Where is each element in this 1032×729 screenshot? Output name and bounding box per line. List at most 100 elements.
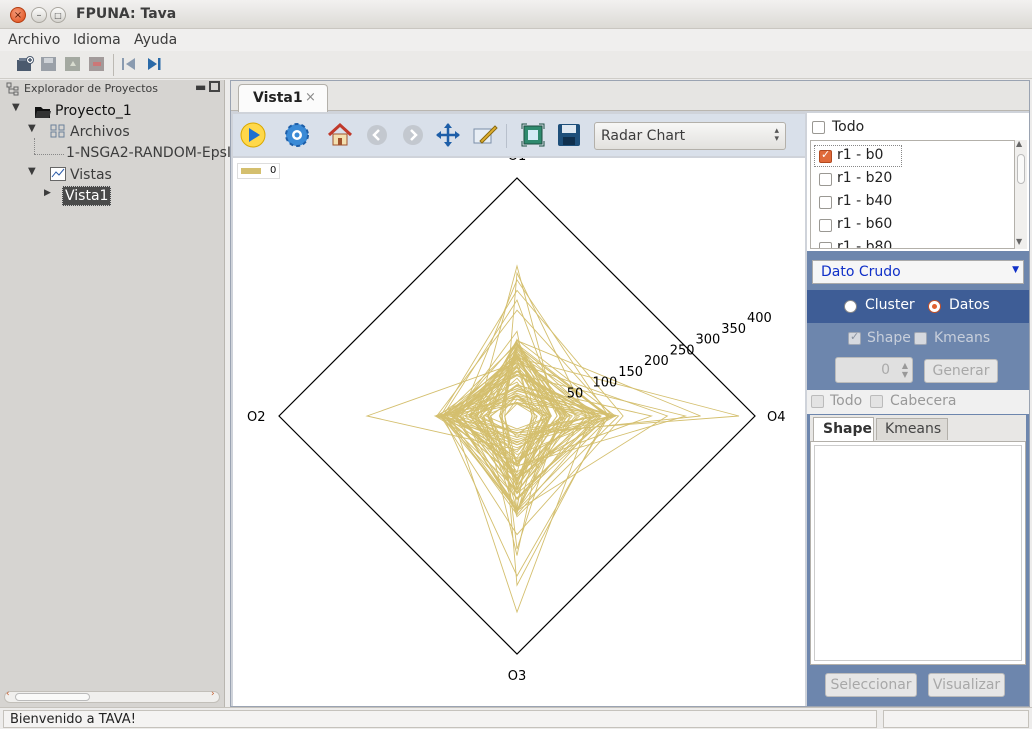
series-list[interactable]: ✓ r1 - b0 r1 - b20 r1 - b40 r1 - b60 r1 …: [810, 140, 1015, 249]
radio-datos-label: Datos: [949, 297, 990, 313]
generar-button[interactable]: Generar: [924, 359, 998, 383]
cabecera-checkbox[interactable]: [870, 395, 883, 408]
tab-strip: Vista1 ×: [231, 81, 1029, 112]
todo-checkbox-label: Todo: [830, 393, 863, 409]
list-scrollbar[interactable]: ▲ ▼: [1015, 139, 1027, 249]
tree-vista1-selected[interactable]: Vista1: [62, 186, 112, 206]
shape-list[interactable]: [814, 445, 1022, 661]
minimize-panel-icon[interactable]: ▬: [195, 80, 206, 94]
tab-close-icon[interactable]: ×: [305, 90, 316, 105]
scrollbar-thumb[interactable]: [15, 693, 90, 701]
tab-label: Vista1: [253, 90, 303, 106]
list-item[interactable]: r1 - b60: [837, 216, 892, 232]
cabecera-checkbox-label: Cabecera: [890, 393, 957, 409]
expand-arrow-icon[interactable]: ▼: [12, 102, 20, 113]
list-item[interactable]: r1 - b80: [837, 239, 892, 248]
radial-tick-label: 300: [696, 333, 721, 348]
list-item[interactable]: r1 - b0: [837, 147, 883, 163]
spinner-arrows-icon[interactable]: ▲ ▼: [902, 361, 908, 379]
close-window-button[interactable]: ×: [10, 7, 26, 23]
tree-vistas[interactable]: Vistas: [70, 167, 112, 183]
series-checkbox[interactable]: [819, 196, 832, 209]
data-source-dropdown[interactable]: Dato Crudo ▼: [812, 260, 1024, 284]
screenshot-icon[interactable]: [519, 121, 547, 149]
visualizar-button[interactable]: Visualizar: [928, 673, 1005, 697]
horizontal-scrollbar[interactable]: ‹ ›: [4, 689, 220, 703]
menu-idioma[interactable]: Idioma: [73, 32, 121, 48]
tree-file[interactable]: 1-NSGA2-RANDOM-EpsI: [66, 145, 231, 161]
expand-all-icon[interactable]: [145, 56, 163, 72]
todo-checkbox[interactable]: [811, 395, 824, 408]
explorer-title: Explorador de Proyectos: [24, 82, 159, 95]
home-icon[interactable]: [326, 121, 354, 149]
forward-icon[interactable]: [399, 121, 427, 149]
menu-archivo[interactable]: Archivo: [8, 32, 60, 48]
menu-ayuda[interactable]: Ayuda: [134, 32, 177, 48]
axis-label-o3: O3: [508, 669, 527, 684]
play-icon[interactable]: [239, 121, 267, 149]
back-icon[interactable]: [363, 121, 391, 149]
collapsed-arrow-icon[interactable]: ▶: [44, 188, 51, 198]
chart-toolbar: Radar Chart ▴ ▾: [233, 114, 805, 156]
new-project-icon[interactable]: [16, 56, 34, 72]
folder-open-icon: [35, 107, 51, 118]
series-checkbox[interactable]: [819, 173, 832, 186]
seleccionar-button[interactable]: Seleccionar: [825, 673, 917, 697]
select-all-label: Todo: [832, 119, 865, 135]
mode-radio-group: Cluster Datos: [807, 290, 1029, 323]
expand-arrow-icon[interactable]: ▼: [28, 166, 36, 177]
edit-chart-icon[interactable]: [471, 121, 499, 149]
radio-cluster[interactable]: [844, 300, 857, 313]
shape-checkbox[interactable]: ✓: [848, 330, 861, 345]
series-checkbox[interactable]: [819, 242, 832, 248]
spinner-arrows-icon: ▴ ▾: [774, 126, 779, 144]
status-field-right: [883, 710, 1029, 728]
status-bar: Bienvenido a TAVA!: [0, 707, 1032, 729]
tab-kmeans[interactable]: Kmeans: [876, 418, 948, 440]
scroll-left-icon[interactable]: ‹: [6, 689, 10, 699]
tab-vista1[interactable]: Vista1 ×: [238, 84, 328, 112]
delete-icon[interactable]: [88, 56, 106, 72]
series-checkbox-checked[interactable]: ✓: [819, 148, 832, 163]
radial-tick-label: 150: [618, 365, 643, 380]
menu-bar: Archivo Idioma Ayuda: [0, 29, 1032, 51]
radial-tick-label: 350: [721, 322, 746, 337]
spinner-value: 0: [881, 362, 890, 378]
scroll-right-icon[interactable]: ›: [211, 689, 215, 699]
tab-shape[interactable]: Shape: [813, 417, 874, 441]
export-icon[interactable]: [64, 56, 82, 72]
radial-tick-label: 400: [747, 311, 772, 326]
pan-move-icon[interactable]: [434, 121, 462, 149]
save-chart-icon[interactable]: [555, 121, 583, 149]
select-all-checkbox[interactable]: [812, 121, 825, 134]
series-checkbox[interactable]: [819, 219, 832, 232]
expand-arrow-icon[interactable]: ▼: [28, 123, 36, 134]
scroll-down-icon[interactable]: ▼: [1016, 237, 1022, 246]
chart-area: 0 O1O2O3O450100150200250300350400: [233, 158, 805, 706]
save-icon[interactable]: [40, 56, 58, 72]
settings-gear-icon[interactable]: [283, 121, 311, 149]
chart-type-select[interactable]: Radar Chart ▴ ▾: [594, 122, 786, 150]
tree-guide: [34, 138, 35, 154]
kmeans-checkbox[interactable]: [914, 332, 927, 345]
tree-project[interactable]: Proyecto_1: [55, 103, 132, 119]
collapse-all-icon[interactable]: [120, 56, 138, 72]
scrollbar-thumb[interactable]: [1017, 154, 1025, 184]
radio-datos-selected[interactable]: [928, 300, 941, 313]
cluster-count-spinner[interactable]: 0 ▲ ▼: [835, 357, 913, 383]
window-title: FPUNA: Tava: [76, 6, 177, 22]
tree-structure-icon: [6, 82, 19, 96]
series-list-panel: Todo ✓ r1 - b0 r1 - b20 r1 - b40 r1 - b6…: [807, 113, 1029, 251]
maximize-panel-icon[interactable]: [209, 81, 220, 92]
maximize-window-button[interactable]: □: [50, 7, 66, 23]
shape-kmeans-tabs: Shape Kmeans: [810, 415, 1026, 441]
toolbar-separator: [506, 124, 507, 148]
files-grid-icon: [50, 124, 65, 138]
list-item[interactable]: r1 - b20: [837, 170, 892, 186]
scroll-up-icon[interactable]: ▲: [1016, 139, 1022, 148]
radar-chart: O1 O2 O3 O4 50 100150200250300350400: [247, 158, 786, 684]
minimize-window-button[interactable]: –: [31, 7, 47, 23]
list-item[interactable]: r1 - b40: [837, 193, 892, 209]
status-text: Bienvenido a TAVA!: [10, 712, 136, 727]
tree-archivos[interactable]: Archivos: [70, 124, 130, 140]
